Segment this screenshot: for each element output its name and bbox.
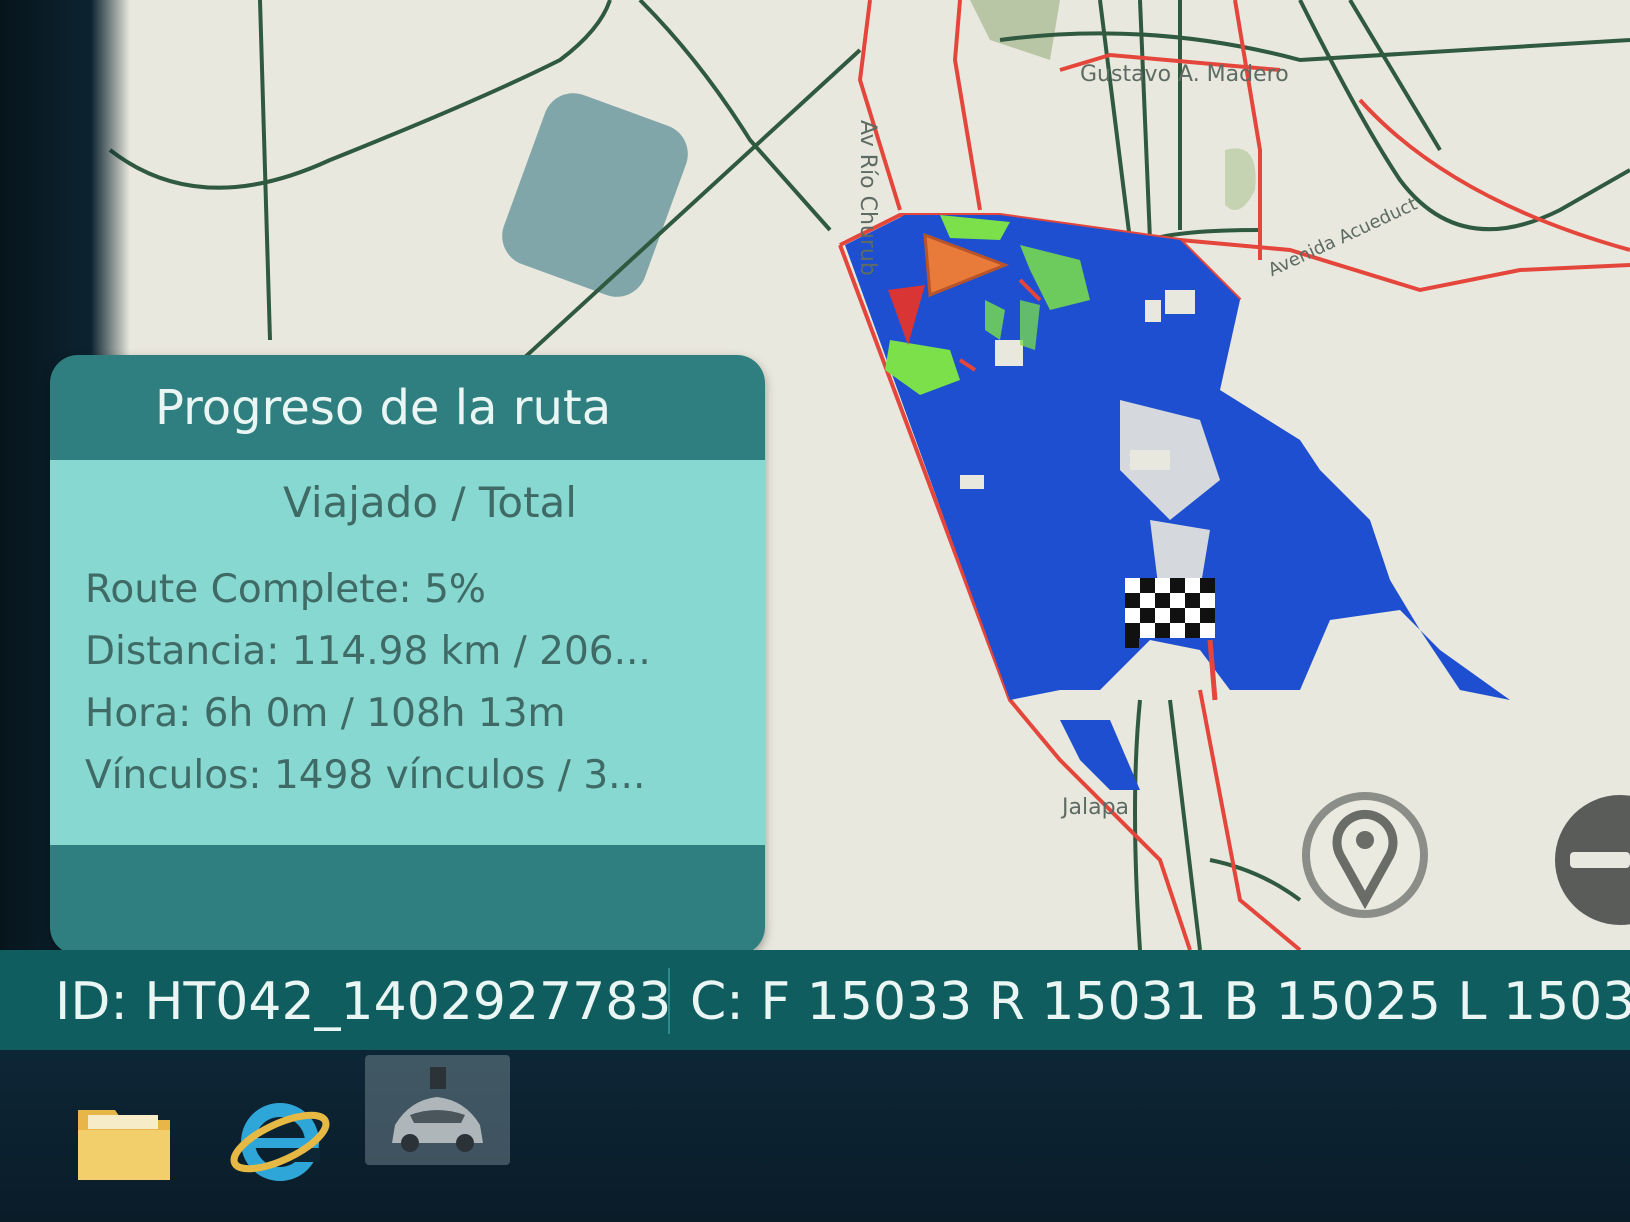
time-stat: Hora: 6h 0m / 108h 13m	[85, 691, 566, 736]
park-area	[1225, 148, 1256, 210]
water-body	[502, 93, 688, 297]
route-coverage	[845, 215, 1510, 790]
map-label-gustavo-a-madero: Gustavo A. Madero	[1080, 62, 1289, 87]
route-progress-panel: Progreso de la ruta Viajado / Total Rout…	[50, 355, 765, 955]
car-camera-icon	[392, 1067, 483, 1152]
panel-header: Progreso de la ruta	[50, 355, 765, 460]
taskbar-capture-app[interactable]	[365, 1055, 510, 1165]
ie-icon	[230, 1103, 330, 1181]
route-complete-stat: Route Complete: 5%	[85, 567, 486, 612]
distance-stat: Distancia: 114.98 km / 206...	[85, 629, 651, 674]
map-label-jalapa: Jalapa	[1062, 795, 1130, 820]
map-label-av-rio-churubusco: Av Río Churub	[855, 120, 880, 276]
taskbar-internet-explorer[interactable]	[225, 1090, 335, 1190]
taskbar-file-explorer[interactable]	[70, 1090, 180, 1190]
taskbar	[0, 1050, 1630, 1222]
folder-icon	[78, 1110, 170, 1180]
status-divider	[668, 968, 670, 1034]
minus-icon	[1570, 852, 1630, 868]
finish-flag-icon	[1125, 578, 1215, 648]
location-pin-icon	[1332, 809, 1398, 910]
status-bar: ID: HT042_1402927783 C: F 15033 R 15031 …	[0, 950, 1630, 1050]
panel-title: Progreso de la ruta	[155, 379, 612, 436]
camera-counts: C: F 15033 R 15031 B 15025 L 15031	[690, 972, 1630, 1032]
park-area	[970, 0, 1060, 60]
session-id: ID: HT042_1402927783	[55, 972, 672, 1032]
panel-body: Viajado / Total Route Complete: 5% Dista…	[50, 460, 765, 845]
links-stat: Vínculos: 1498 vínculos / 3...	[85, 753, 646, 798]
traveled-total-header: Viajado / Total	[283, 478, 577, 527]
panel-footer	[50, 845, 765, 955]
location-pin-button[interactable]	[1302, 792, 1428, 918]
